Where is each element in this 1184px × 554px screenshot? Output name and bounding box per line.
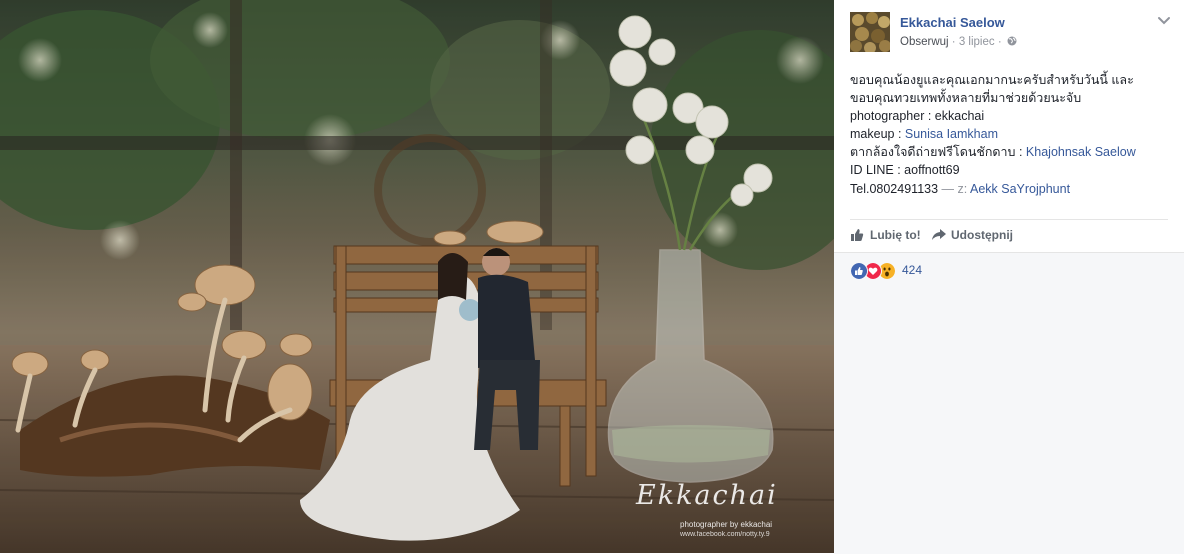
meta-separator-2: · — [994, 36, 1005, 48]
post-date[interactable]: 3 lipiec — [959, 36, 995, 48]
meta-separator: · — [948, 36, 959, 48]
with-label: — z: — [938, 181, 970, 196]
share-button[interactable]: Udostępnij — [931, 226, 1031, 246]
caption-line: ID LINE : aoffnott69 — [850, 163, 960, 178]
like-button[interactable]: Lubię to! — [850, 226, 922, 246]
caption-text: ตากล้องใจดีถ่ายฟรีโดนชักดาบ : — [850, 145, 1026, 160]
divider — [850, 219, 1168, 220]
post-side-panel: Ekkachai Saelow Obserwuj · 3 lipiec · ขอ… — [834, 0, 1184, 554]
author-name[interactable]: Ekkachai Saelow — [900, 15, 1005, 30]
share-label: Udostępnij — [951, 228, 1013, 242]
thumbs-up-icon — [851, 229, 864, 241]
caption-line: makeup : Sunisa Iamkham — [850, 125, 1170, 143]
caption-text: makeup : — [850, 127, 905, 142]
caption-line: Tel.0802491133 — z: Aekk SaYrojphunt — [850, 180, 1170, 198]
tagged-user-link[interactable]: Aekk SaYrojphunt — [970, 182, 1070, 196]
caption-line: ขอบคุณน้องยูและคุณเอกมากนะครับสำหรับวันน… — [850, 73, 1134, 87]
photo-scene — [0, 0, 834, 553]
globe-icon[interactable] — [1007, 36, 1017, 46]
tagged-user-link[interactable]: Sunisa Iamkham — [905, 127, 998, 141]
avatar-image — [850, 12, 890, 52]
photo-watermark: Ekkachai photographer by ekkachai www.fa… — [636, 480, 816, 540]
watermark-credit: photographer by ekkachai — [680, 520, 773, 529]
like-reaction-icon — [850, 262, 868, 280]
caption-line: ขอบคุณทวยเทพทั้งหลายที่มาช่วยด้วยนะจับ — [850, 91, 1082, 106]
like-label: Lubię to! — [870, 228, 921, 242]
post-meta: Obserwuj · 3 lipiec · — [900, 36, 1017, 48]
watermark-url: www.facebook.com/notty.ty.9 — [680, 531, 770, 538]
share-arrow-icon — [932, 229, 946, 240]
tagged-user-link[interactable]: Khajohnsak Saelow — [1026, 145, 1136, 159]
caption-text: Tel.0802491133 — [850, 181, 939, 196]
caption-line: photographer : ekkachai — [850, 109, 985, 124]
chevron-down-icon[interactable] — [1156, 14, 1172, 28]
follow-link[interactable]: Obserwuj — [900, 36, 949, 48]
post-caption: ขอบคุณน้องยูและคุณเอกมากนะครับสำหรับวันน… — [850, 71, 1170, 198]
watermark-logo: Ekkachai — [636, 480, 778, 511]
caption-line: ตากล้องใจดีถ่ายฟรีโดนชักดาบ : Khajohnsak… — [850, 143, 1170, 161]
reactions-bar: 424 — [834, 252, 1184, 554]
reaction-count[interactable]: 424 — [902, 263, 922, 277]
avatar[interactable] — [850, 12, 890, 52]
post-photo[interactable]: Ekkachai photographer by ekkachai www.fa… — [0, 0, 834, 553]
